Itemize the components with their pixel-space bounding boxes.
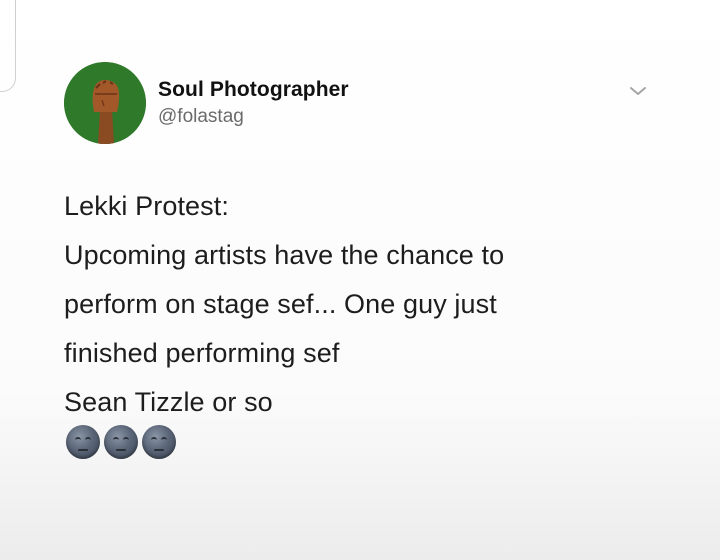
emoji-row <box>66 425 176 459</box>
face-exhaling-emoji-icon <box>66 425 100 459</box>
avatar[interactable] <box>64 62 146 144</box>
tweet-text-line: Upcoming artists have the chance to <box>64 240 505 270</box>
author-handle[interactable]: @folastag <box>158 106 349 128</box>
tweet-text: Lekki Protest: Upcoming artists have the… <box>64 182 664 427</box>
tweet-text-line: finished performing sef <box>64 338 340 368</box>
author-display-name[interactable]: Soul Photographer <box>158 78 349 102</box>
face-exhaling-emoji-icon <box>142 425 176 459</box>
raised-fist-icon <box>64 62 146 144</box>
face-exhaling-emoji-icon <box>104 425 138 459</box>
tweet-menu-button[interactable] <box>628 84 648 98</box>
tweet-author: Soul Photographer @folastag <box>158 78 349 128</box>
tweet-text-line: Lekki Protest: <box>64 191 229 221</box>
tweet-text-line: Sean Tizzle or so <box>64 387 273 417</box>
tweet-card: Soul Photographer @folastag Lekki Protes… <box>0 0 720 560</box>
tweet-text-line: perform on stage sef... One guy just <box>64 289 497 319</box>
chevron-down-icon <box>630 87 646 95</box>
